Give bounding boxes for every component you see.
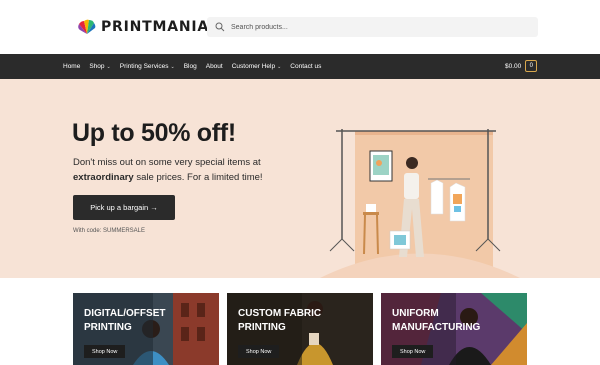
shop-now-button[interactable]: Shop Now	[84, 345, 126, 358]
nav-item-contact[interactable]: Contact us	[290, 63, 321, 70]
site-header: PRINTMANIA	[0, 0, 600, 54]
cart-count-badge: 0	[525, 60, 538, 72]
cart-button[interactable]: $0.00 0	[505, 60, 538, 72]
nav-item-label: Customer Help	[231, 63, 276, 70]
nav-item-shop[interactable]: Shop ⌄	[89, 63, 110, 70]
search-icon	[215, 22, 225, 32]
main-navigation: Home Shop ⌄ Printing Services ⌄ Blog About…	[0, 54, 600, 79]
hero-title: Up to 50% off!	[72, 119, 236, 147]
cart-total: $0.00	[505, 62, 522, 70]
nav-menu: Home Shop ⌄ Printing Services ⌄ Blog About…	[63, 54, 330, 79]
shop-now-button[interactable]: Shop Now	[392, 345, 434, 358]
chevron-down-icon: ⌄	[170, 63, 175, 70]
nav-item-blog[interactable]: Blog	[184, 63, 197, 70]
chevron-down-icon: ⌄	[277, 63, 282, 70]
pick-up-bargain-button[interactable]: Pick up a bargain →	[73, 195, 175, 220]
site-logo[interactable]: PRINTMANIA	[76, 16, 209, 38]
nav-item-label: Printing Services	[119, 63, 169, 70]
hero-description: Don't miss out on some very special item…	[73, 155, 303, 185]
shop-now-button[interactable]: Shop Now	[238, 345, 280, 358]
hero-text-part: Don't miss out on some very special item…	[73, 157, 261, 168]
hero-text-part: sale prices. For a limited time!	[133, 172, 263, 183]
nav-item-label: Shop	[89, 63, 105, 70]
logo-fan-icon	[78, 19, 96, 34]
card-title: CUSTOM FABRIC PRINTING	[238, 308, 322, 333]
category-card-uniform[interactable]: UNIFORM MANUFACTURING Shop Now	[381, 293, 527, 365]
nav-item-label: About	[205, 63, 223, 70]
category-card-custom-fabric[interactable]: CUSTOM FABRIC PRINTING Shop Now	[227, 293, 373, 365]
nav-item-label: Blog	[183, 63, 197, 70]
hero-studio-image	[320, 129, 520, 278]
hero-banner: Up to 50% off! Don't miss out on some ve…	[0, 79, 600, 278]
card-title: DIGITAL/OFFSET PRINTING	[84, 308, 166, 333]
nav-item-label: Home	[63, 63, 81, 70]
card-title: UNIFORM MANUFACTURING	[392, 308, 481, 333]
nav-item-about[interactable]: About	[206, 63, 223, 70]
chevron-down-icon: ⌄	[106, 63, 111, 70]
hero-text-bold: extraordinary	[73, 172, 134, 183]
category-card-digital-offset[interactable]: DIGITAL/OFFSET PRINTING Shop Now	[73, 293, 219, 365]
search-input[interactable]	[231, 23, 531, 31]
search-bar[interactable]	[207, 17, 538, 37]
nav-item-customer-help[interactable]: Customer Help ⌄	[232, 63, 282, 70]
category-cards: DIGITAL/OFFSET PRINTING Shop Now CUSTOM …	[0, 278, 600, 365]
promo-code-text: With code: SUMMERSALE	[73, 228, 146, 234]
nav-item-printing-services[interactable]: Printing Services ⌄	[120, 63, 175, 70]
nav-item-home[interactable]: Home	[63, 63, 80, 70]
nav-item-label: Contact us	[290, 63, 322, 70]
brand-name: PRINTMANIA	[101, 19, 210, 35]
